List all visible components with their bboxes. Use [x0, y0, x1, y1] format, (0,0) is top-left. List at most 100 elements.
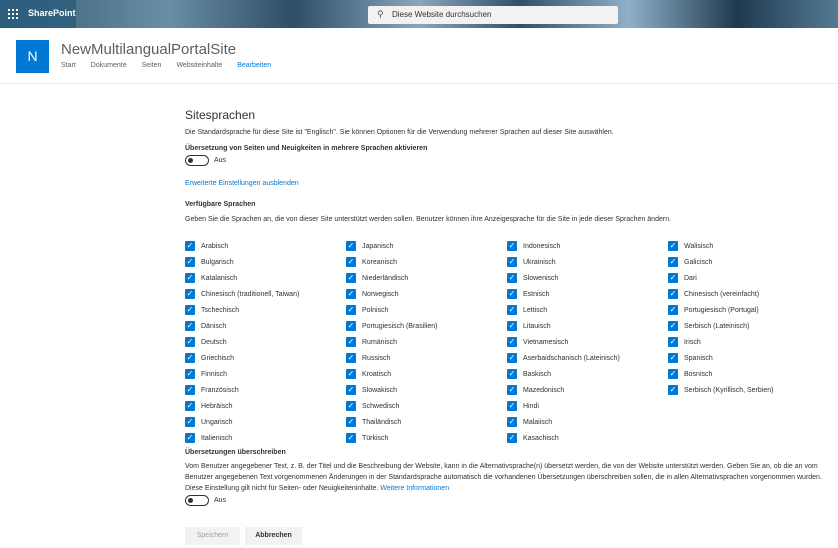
checkbox-checked-icon[interactable]: ✓: [668, 337, 678, 347]
language-checkbox-item[interactable]: ✓ Chinesisch (vereinfacht): [668, 286, 773, 302]
advanced-settings-link[interactable]: Erweiterte Einstellungen ausblenden: [185, 180, 825, 187]
checkbox-checked-icon[interactable]: ✓: [346, 401, 356, 411]
language-checkbox-item[interactable]: ✓ Kasachisch: [507, 430, 620, 446]
language-checkbox-item[interactable]: ✓ Französisch: [185, 382, 299, 398]
nav-dokumente[interactable]: Dokumente: [91, 62, 127, 69]
checkbox-checked-icon[interactable]: ✓: [507, 257, 517, 267]
language-checkbox-item[interactable]: ✓ Polnisch: [346, 302, 437, 318]
language-checkbox-item[interactable]: ✓ Finnisch: [185, 366, 299, 382]
checkbox-checked-icon[interactable]: ✓: [185, 305, 195, 315]
app-name[interactable]: SharePoint: [28, 8, 76, 18]
checkbox-checked-icon[interactable]: ✓: [346, 417, 356, 427]
checkbox-checked-icon[interactable]: ✓: [346, 353, 356, 363]
toggle-switch[interactable]: [185, 155, 209, 166]
nav-websiteinhalte[interactable]: Websiteinhalte: [176, 62, 222, 69]
language-checkbox-item[interactable]: ✓ Ukrainisch: [507, 254, 620, 270]
checkbox-checked-icon[interactable]: ✓: [185, 369, 195, 379]
language-checkbox-item[interactable]: ✓ Indonesisch: [507, 238, 620, 254]
search-input[interactable]: ⚲ Diese Website durchsuchen: [368, 6, 618, 24]
save-button[interactable]: Speichern: [185, 527, 240, 545]
language-checkbox-item[interactable]: ✓ Norwegisch: [346, 286, 437, 302]
language-checkbox-item[interactable]: ✓ Slowenisch: [507, 270, 620, 286]
checkbox-checked-icon[interactable]: ✓: [507, 417, 517, 427]
nav-seiten[interactable]: Seiten: [142, 62, 162, 69]
language-checkbox-item[interactable]: ✓ Arabisch: [185, 238, 299, 254]
checkbox-checked-icon[interactable]: ✓: [346, 321, 356, 331]
checkbox-checked-icon[interactable]: ✓: [668, 289, 678, 299]
checkbox-checked-icon[interactable]: ✓: [668, 305, 678, 315]
checkbox-checked-icon[interactable]: ✓: [668, 385, 678, 395]
checkbox-checked-icon[interactable]: ✓: [185, 289, 195, 299]
language-checkbox-item[interactable]: ✓ Hindi: [507, 398, 620, 414]
checkbox-checked-icon[interactable]: ✓: [346, 241, 356, 251]
language-checkbox-item[interactable]: ✓ Bosnisch: [668, 366, 773, 382]
checkbox-checked-icon[interactable]: ✓: [507, 337, 517, 347]
checkbox-checked-icon[interactable]: ✓: [185, 321, 195, 331]
checkbox-checked-icon[interactable]: ✓: [346, 289, 356, 299]
checkbox-checked-icon[interactable]: ✓: [346, 257, 356, 267]
checkbox-checked-icon[interactable]: ✓: [346, 337, 356, 347]
checkbox-checked-icon[interactable]: ✓: [185, 417, 195, 427]
language-checkbox-item[interactable]: ✓ Aserbaidschanisch (Lateinisch): [507, 350, 620, 366]
language-checkbox-item[interactable]: ✓ Portugiesisch (Brasilien): [346, 318, 437, 334]
more-info-link[interactable]: Weitere Informationen: [380, 485, 449, 492]
checkbox-checked-icon[interactable]: ✓: [185, 241, 195, 251]
nav-bearbeiten[interactable]: Bearbeiten: [237, 62, 271, 69]
language-checkbox-item[interactable]: ✓ Slowakisch: [346, 382, 437, 398]
checkbox-checked-icon[interactable]: ✓: [668, 241, 678, 251]
language-checkbox-item[interactable]: ✓ Malaiisch: [507, 414, 620, 430]
checkbox-checked-icon[interactable]: ✓: [346, 385, 356, 395]
toggle-switch[interactable]: [185, 495, 209, 506]
language-checkbox-item[interactable]: ✓ Litauisch: [507, 318, 620, 334]
language-checkbox-item[interactable]: ✓ Katalanisch: [185, 270, 299, 286]
checkbox-checked-icon[interactable]: ✓: [507, 273, 517, 283]
translation-toggle[interactable]: Aus: [185, 155, 825, 166]
language-checkbox-item[interactable]: ✓ Vietnamesisch: [507, 334, 620, 350]
language-checkbox-item[interactable]: ✓ Deutsch: [185, 334, 299, 350]
language-checkbox-item[interactable]: ✓ Mazedonisch: [507, 382, 620, 398]
language-checkbox-item[interactable]: ✓ Griechisch: [185, 350, 299, 366]
checkbox-checked-icon[interactable]: ✓: [668, 369, 678, 379]
language-checkbox-item[interactable]: ✓ Galicisch: [668, 254, 773, 270]
language-checkbox-item[interactable]: ✓ Rumänisch: [346, 334, 437, 350]
checkbox-checked-icon[interactable]: ✓: [668, 321, 678, 331]
checkbox-checked-icon[interactable]: ✓: [507, 433, 517, 443]
checkbox-checked-icon[interactable]: ✓: [668, 257, 678, 267]
app-launcher-icon[interactable]: [8, 9, 18, 19]
language-checkbox-item[interactable]: ✓ Serbisch (Kyrillisch, Serbien): [668, 382, 773, 398]
checkbox-checked-icon[interactable]: ✓: [346, 433, 356, 443]
language-checkbox-item[interactable]: ✓ Japanisch: [346, 238, 437, 254]
language-checkbox-item[interactable]: ✓ Dari: [668, 270, 773, 286]
checkbox-checked-icon[interactable]: ✓: [185, 257, 195, 267]
language-checkbox-item[interactable]: ✓ Ungarisch: [185, 414, 299, 430]
language-checkbox-item[interactable]: ✓ Spanisch: [668, 350, 773, 366]
checkbox-checked-icon[interactable]: ✓: [507, 305, 517, 315]
language-checkbox-item[interactable]: ✓ Irisch: [668, 334, 773, 350]
language-checkbox-item[interactable]: ✓ Estnisch: [507, 286, 620, 302]
checkbox-checked-icon[interactable]: ✓: [185, 337, 195, 347]
checkbox-checked-icon[interactable]: ✓: [507, 321, 517, 331]
language-checkbox-item[interactable]: ✓ Lettisch: [507, 302, 620, 318]
checkbox-checked-icon[interactable]: ✓: [185, 353, 195, 363]
nav-start[interactable]: Start: [61, 62, 76, 69]
language-checkbox-item[interactable]: ✓ Hebräisch: [185, 398, 299, 414]
checkbox-checked-icon[interactable]: ✓: [507, 289, 517, 299]
language-checkbox-item[interactable]: ✓ Türkisch: [346, 430, 437, 446]
language-checkbox-item[interactable]: ✓ Russisch: [346, 350, 437, 366]
checkbox-checked-icon[interactable]: ✓: [185, 385, 195, 395]
language-checkbox-item[interactable]: ✓ Italienisch: [185, 430, 299, 446]
checkbox-checked-icon[interactable]: ✓: [346, 369, 356, 379]
checkbox-checked-icon[interactable]: ✓: [507, 353, 517, 363]
language-checkbox-item[interactable]: ✓ Niederländisch: [346, 270, 437, 286]
language-checkbox-item[interactable]: ✓ Schwedisch: [346, 398, 437, 414]
language-checkbox-item[interactable]: ✓ Tschechisch: [185, 302, 299, 318]
language-checkbox-item[interactable]: ✓ Kroatisch: [346, 366, 437, 382]
site-title[interactable]: NewMultilangualPortalSite: [61, 41, 236, 58]
language-checkbox-item[interactable]: ✓ Dänisch: [185, 318, 299, 334]
language-checkbox-item[interactable]: ✓ Chinesisch (traditionell, Taiwan): [185, 286, 299, 302]
checkbox-checked-icon[interactable]: ✓: [668, 353, 678, 363]
language-checkbox-item[interactable]: ✓ Walisisch: [668, 238, 773, 254]
checkbox-checked-icon[interactable]: ✓: [507, 369, 517, 379]
checkbox-checked-icon[interactable]: ✓: [507, 401, 517, 411]
cancel-button[interactable]: Abbrechen: [245, 527, 302, 545]
